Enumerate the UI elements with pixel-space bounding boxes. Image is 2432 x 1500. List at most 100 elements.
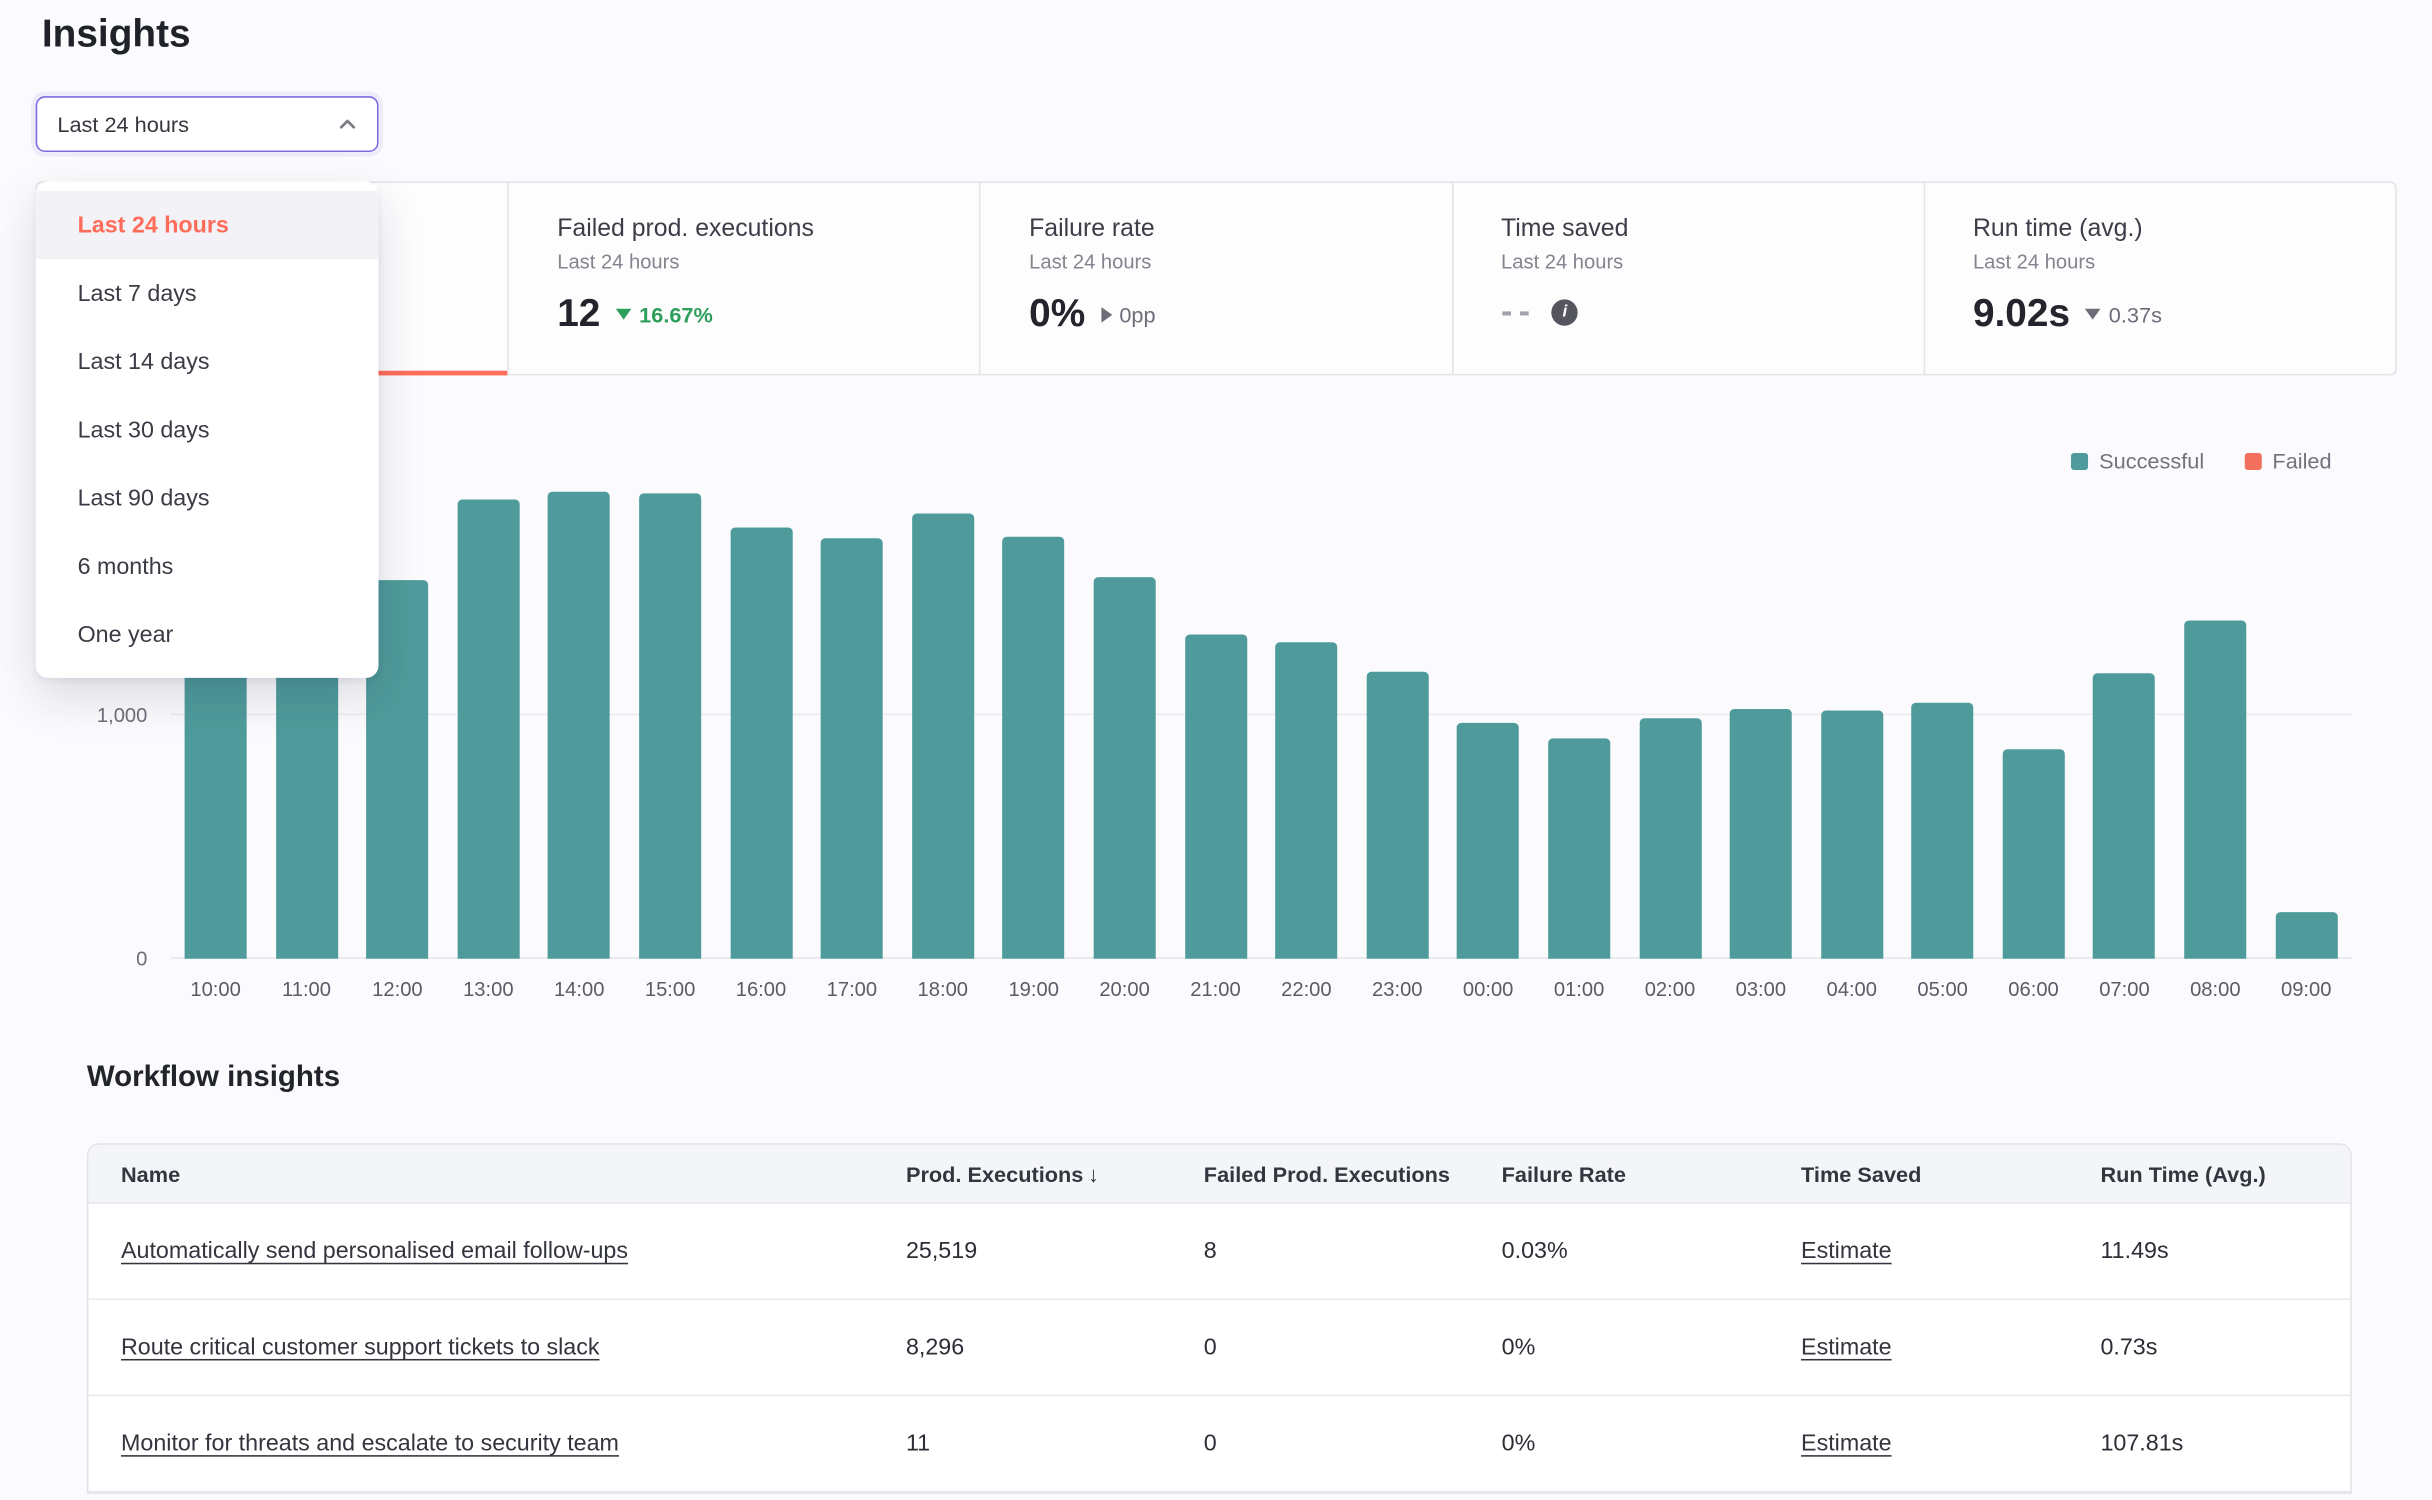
x-tick-label: 09:00	[2275, 977, 2337, 1000]
x-tick-label: 00:00	[1457, 977, 1519, 1000]
legend-item-failed: Failed	[2245, 448, 2332, 473]
bar-08:00	[2184, 621, 2246, 959]
col-header-time-saved[interactable]: Time Saved	[1768, 1161, 2067, 1186]
workflow-link[interactable]: Route critical customer support tickets …	[121, 1334, 600, 1360]
table-header: Name Prod. Executions↓ Failed Prod. Exec…	[88, 1145, 2350, 1204]
time-range-select-value: Last 24 hours	[57, 112, 189, 137]
dropdown-item-last-30-days[interactable]: Last 30 days	[36, 396, 379, 464]
bar-14:00	[548, 492, 610, 959]
bar-21:00	[1184, 634, 1246, 958]
x-tick-label: 01:00	[1548, 977, 1610, 1000]
bar-06:00	[2003, 749, 2065, 958]
estimate-link[interactable]: Estimate	[1801, 1238, 1892, 1264]
stat-card-time-saved[interactable]: Time saved Last 24 hours -- i	[1451, 183, 1923, 374]
x-tick-label: 12:00	[366, 977, 428, 1000]
col-header-failure-rate[interactable]: Failure Rate	[1469, 1161, 1768, 1186]
stat-card-value: 12	[557, 292, 600, 337]
stat-card-delta: 0pp	[1101, 302, 1156, 327]
insights-page: Insights Failed prod. executions Last 24…	[0, 0, 2432, 1500]
x-tick-label: 11:00	[276, 977, 338, 1000]
summary-cards-row: Failed prod. executions Last 24 hours 12…	[36, 182, 2397, 376]
table-row: Automatically send personalised email fo…	[88, 1204, 2350, 1300]
col-header-prod-executions[interactable]: Prod. Executions↓	[873, 1161, 1171, 1186]
x-tick-label: 13:00	[457, 977, 519, 1000]
time-range-dropdown: Last 24 hours Last 7 days Last 14 days L…	[36, 182, 379, 678]
table-row: Monitor for threats and escalate to secu…	[88, 1396, 2350, 1492]
triangle-down-icon	[2086, 309, 2102, 320]
x-tick-label: 14:00	[548, 977, 610, 1000]
col-header-failed-prod-executions[interactable]: Failed Prod. Executions	[1171, 1161, 1469, 1186]
bar-04:00	[1821, 710, 1883, 958]
bar-07:00	[2093, 673, 2155, 958]
cell-failure-rate: 0%	[1469, 1430, 1768, 1456]
y-tick-label: 1,000	[97, 704, 147, 727]
x-tick-label: 23:00	[1366, 977, 1428, 1000]
bar-23:00	[1366, 672, 1428, 959]
x-tick-label: 02:00	[1639, 977, 1701, 1000]
bar-19:00	[1003, 537, 1065, 959]
dropdown-item-last-14-days[interactable]: Last 14 days	[36, 327, 379, 395]
triangle-right-icon	[1101, 306, 1112, 322]
info-icon[interactable]: i	[1552, 299, 1578, 325]
bar-02:00	[1639, 718, 1701, 958]
stat-card-failure-rate[interactable]: Failure rate Last 24 hours 0% 0pp	[980, 183, 1452, 374]
bar-05:00	[1912, 703, 1974, 959]
bar-15:00	[639, 493, 701, 958]
bar-13:00	[457, 500, 519, 959]
chart-bars	[171, 422, 2352, 959]
page-title: Insights	[42, 12, 191, 57]
stat-card-value: --	[1501, 292, 1536, 332]
workflow-table: Name Prod. Executions↓ Failed Prod. Exec…	[87, 1143, 2352, 1494]
stat-card-title: Failed prod. executions	[557, 216, 979, 244]
dropdown-item-last-24-hours[interactable]: Last 24 hours	[36, 191, 379, 259]
cell-failure-rate: 0%	[1469, 1334, 1768, 1360]
workflow-insights-title: Workflow insights	[87, 1061, 340, 1095]
cell-prod-executions: 11	[873, 1430, 1171, 1456]
stat-card-subtitle: Last 24 hours	[1029, 250, 1451, 273]
dropdown-item-last-90-days[interactable]: Last 90 days	[36, 464, 379, 532]
cell-failure-rate: 0.03%	[1469, 1238, 1768, 1264]
x-tick-label: 03:00	[1730, 977, 1792, 1000]
cell-failed-prod-executions: 0	[1171, 1334, 1469, 1360]
x-tick-label: 22:00	[1275, 977, 1337, 1000]
estimate-link[interactable]: Estimate	[1801, 1430, 1892, 1456]
time-range-select[interactable]: Last 24 hours	[36, 96, 379, 152]
stat-card-run-time[interactable]: Run time (avg.) Last 24 hours 9.02s 0.37…	[1923, 183, 2395, 374]
workflow-link[interactable]: Automatically send personalised email fo…	[121, 1238, 628, 1264]
x-tick-label: 20:00	[1094, 977, 1156, 1000]
x-tick-label: 17:00	[821, 977, 883, 1000]
chart-x-axis: 10:0011:0012:0013:0014:0015:0016:0017:00…	[171, 977, 2352, 1000]
dropdown-item-last-7-days[interactable]: Last 7 days	[36, 259, 379, 327]
bar-17:00	[821, 538, 883, 958]
stat-card-failed-prod-executions[interactable]: Failed prod. executions Last 24 hours 12…	[508, 183, 980, 374]
bar-18:00	[912, 513, 974, 958]
stat-card-value: 0%	[1029, 292, 1085, 337]
x-tick-label: 07:00	[2093, 977, 2155, 1000]
dropdown-item-6-months[interactable]: 6 months	[36, 532, 379, 600]
chart-legend: Successful Failed	[2071, 448, 2331, 473]
cell-prod-executions: 25,519	[873, 1238, 1171, 1264]
y-tick-label: 0	[136, 947, 147, 970]
col-header-run-time[interactable]: Run Time (Avg.)	[2068, 1161, 2350, 1186]
stat-card-subtitle: Last 24 hours	[557, 250, 979, 273]
bar-16:00	[730, 527, 792, 958]
legend-item-successful: Successful	[2071, 448, 2204, 473]
legend-swatch	[2245, 452, 2262, 469]
x-tick-label: 10:00	[185, 977, 247, 1000]
col-header-name[interactable]: Name	[88, 1161, 873, 1186]
x-tick-label: 18:00	[912, 977, 974, 1000]
stat-card-title: Run time (avg.)	[1973, 216, 2395, 244]
cell-run-time: 11.49s	[2068, 1238, 2350, 1264]
bar-22:00	[1275, 642, 1337, 958]
stat-card-delta: 0.37s	[2086, 302, 2162, 327]
dropdown-item-one-year[interactable]: One year	[36, 600, 379, 668]
stat-card-value: 9.02s	[1973, 292, 2070, 337]
estimate-link[interactable]: Estimate	[1801, 1334, 1892, 1360]
bar-09:00	[2275, 912, 2337, 959]
stat-card-title: Failure rate	[1029, 216, 1451, 244]
bar-00:00	[1457, 723, 1519, 959]
bar-01:00	[1548, 738, 1610, 958]
stat-card-delta: 16.67%	[616, 302, 713, 327]
x-tick-label: 08:00	[2184, 977, 2246, 1000]
workflow-link[interactable]: Monitor for threats and escalate to secu…	[121, 1430, 619, 1456]
